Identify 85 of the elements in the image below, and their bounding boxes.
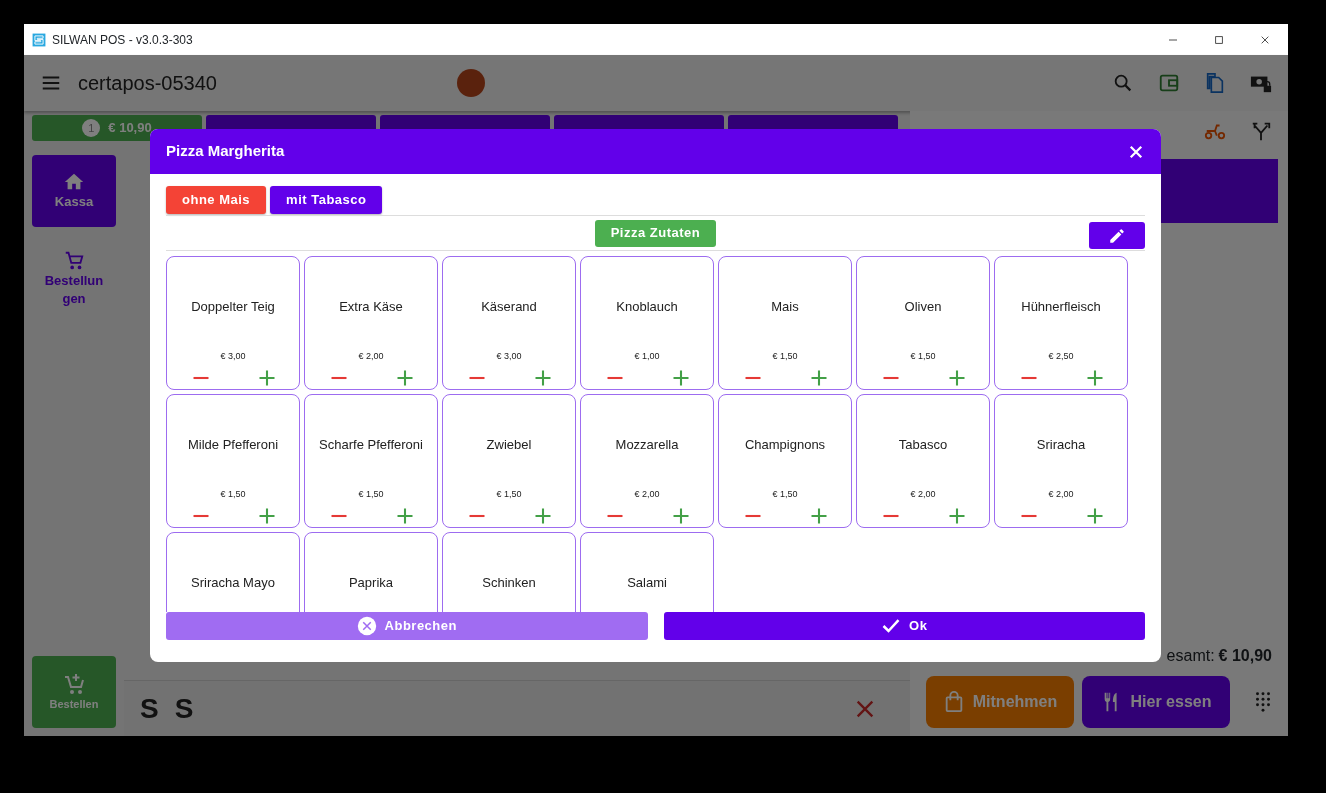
ingredient-name: Mais bbox=[770, 298, 800, 316]
ingredient-tile[interactable]: Champignons € 1,50 bbox=[718, 394, 852, 528]
window-title: SILWAN POS - v3.0.3-303 bbox=[52, 31, 193, 49]
plus-icon[interactable] bbox=[671, 368, 691, 388]
logo-icon bbox=[457, 69, 485, 97]
ingredient-tile[interactable]: Mozzarella € 2,00 bbox=[580, 394, 714, 528]
order-type-button[interactable]: Hier essen bbox=[1082, 676, 1230, 728]
plus-icon[interactable] bbox=[1085, 368, 1105, 388]
ingredient-tile[interactable]: Oliven € 1,50 bbox=[856, 256, 990, 390]
ingredient-price: € 1,50 bbox=[495, 488, 523, 501]
ingredient-tile[interactable]: Milde Pfefferoni € 1,50 bbox=[166, 394, 300, 528]
ingredient-tile[interactable]: Doppelter Teig € 3,00 bbox=[166, 256, 300, 390]
ingredient-price: € 2,50 bbox=[1047, 350, 1075, 363]
ingredient-tile[interactable]: Hühnerfleisch € 2,50 bbox=[994, 256, 1128, 390]
ingredient-price: € 1,50 bbox=[909, 350, 937, 363]
ingredient-name: Käserand bbox=[480, 298, 538, 316]
total-value: € 10,90 bbox=[1218, 646, 1272, 666]
dialog-title: Pizza Margherita bbox=[166, 141, 285, 162]
ingredient-name: Tabasco bbox=[897, 436, 949, 454]
ingredient-name: Scharfe Pfefferoni bbox=[318, 436, 424, 454]
plus-icon[interactable] bbox=[671, 506, 691, 526]
letter-label: S bbox=[174, 691, 194, 726]
ingredient-price: € 1,00 bbox=[633, 350, 661, 363]
ingredient-price: € 1,50 bbox=[771, 488, 799, 501]
plus-icon[interactable] bbox=[947, 368, 967, 388]
plus-icon[interactable] bbox=[947, 506, 967, 526]
modifier-chip[interactable]: mit Tabasco bbox=[270, 186, 383, 214]
plus-icon[interactable] bbox=[395, 506, 415, 526]
ingredient-name: Salami bbox=[626, 574, 668, 592]
ingredient-tile[interactable]: Sriracha € 2,00 bbox=[994, 394, 1128, 528]
app-title: certapos-05340 bbox=[78, 71, 217, 96]
plus-icon[interactable] bbox=[809, 506, 829, 526]
ingredient-name: Schinken bbox=[481, 574, 537, 592]
ingredient-price: € 2,00 bbox=[1047, 488, 1075, 501]
plus-icon[interactable] bbox=[1085, 506, 1105, 526]
split-icon[interactable] bbox=[1250, 120, 1272, 142]
ingredient-price: € 3,00 bbox=[495, 350, 523, 363]
ingredient-tile[interactable]: Scharfe Pfefferoni € 1,50 bbox=[304, 394, 438, 528]
ingredient-price: € 2,00 bbox=[633, 488, 661, 501]
ingredient-name: Knoblauch bbox=[615, 298, 679, 316]
ingredient-tile[interactable]: Mais € 1,50 bbox=[718, 256, 852, 390]
ingredient-price: € 2,00 bbox=[357, 350, 385, 363]
ingredient-price: € 1,50 bbox=[219, 488, 247, 501]
ingredient-name: Zwiebel bbox=[485, 436, 533, 454]
modifier-chip[interactable]: ohne Mais bbox=[166, 186, 267, 214]
ingredient-tile[interactable]: Käserand € 3,00 bbox=[442, 256, 576, 390]
cancel-button[interactable]: Abbrechen bbox=[166, 612, 648, 640]
ingredient-price: € 2,00 bbox=[909, 488, 937, 501]
ingredient-name: Mozzarella bbox=[614, 436, 680, 454]
edit-button[interactable] bbox=[1089, 222, 1145, 249]
plus-icon[interactable] bbox=[533, 506, 553, 526]
check-icon bbox=[881, 616, 902, 636]
cart-icon bbox=[63, 249, 85, 272]
ingredient-name: Sriracha bbox=[1035, 436, 1087, 454]
ingredient-price: € 1,50 bbox=[771, 350, 799, 363]
ingredient-name: Doppelter Teig bbox=[190, 298, 276, 316]
ingredient-tile[interactable]: Zwiebel € 1,50 bbox=[442, 394, 576, 528]
ingredient-price: € 1,50 bbox=[357, 488, 385, 501]
ingredient-name: Champignons bbox=[743, 436, 827, 454]
ingredient-name: Oliven bbox=[903, 298, 943, 316]
search-icon[interactable] bbox=[1112, 72, 1134, 94]
copy-icon[interactable] bbox=[1204, 72, 1226, 94]
wallet-icon[interactable] bbox=[1158, 72, 1180, 94]
ingredient-name: Extra Käse bbox=[338, 298, 404, 316]
ingredient-tile[interactable]: Knoblauch € 1,00 bbox=[580, 256, 714, 390]
plus-icon[interactable] bbox=[257, 506, 277, 526]
ingredient-name: Hühnerfleisch bbox=[1020, 298, 1102, 316]
ingredient-name: Sriracha Mayo bbox=[190, 574, 276, 592]
plus-icon[interactable] bbox=[533, 368, 553, 388]
ingredient-tile[interactable]: Extra Käse € 2,00 bbox=[304, 256, 438, 390]
sidebar-item[interactable]: Kassa bbox=[32, 155, 116, 227]
pencil-icon bbox=[1108, 226, 1126, 245]
ingredient-name: Paprika bbox=[347, 574, 395, 592]
cart-plus-icon bbox=[62, 671, 86, 696]
total-label: esamt: bbox=[1166, 646, 1215, 666]
ok-button[interactable]: Ok bbox=[663, 612, 1145, 640]
plus-icon[interactable] bbox=[395, 368, 415, 388]
ingredient-tile[interactable]: Tabasco € 2,00 bbox=[856, 394, 990, 528]
letter-label: S bbox=[140, 691, 159, 726]
plus-icon[interactable] bbox=[257, 368, 277, 388]
ingredient-price: € 3,00 bbox=[219, 350, 247, 363]
cancel-circle-icon bbox=[356, 616, 377, 636]
plus-icon[interactable] bbox=[809, 368, 829, 388]
app-logo-icon bbox=[32, 32, 46, 47]
ingredient-name: Milde Pfefferoni bbox=[186, 436, 280, 454]
